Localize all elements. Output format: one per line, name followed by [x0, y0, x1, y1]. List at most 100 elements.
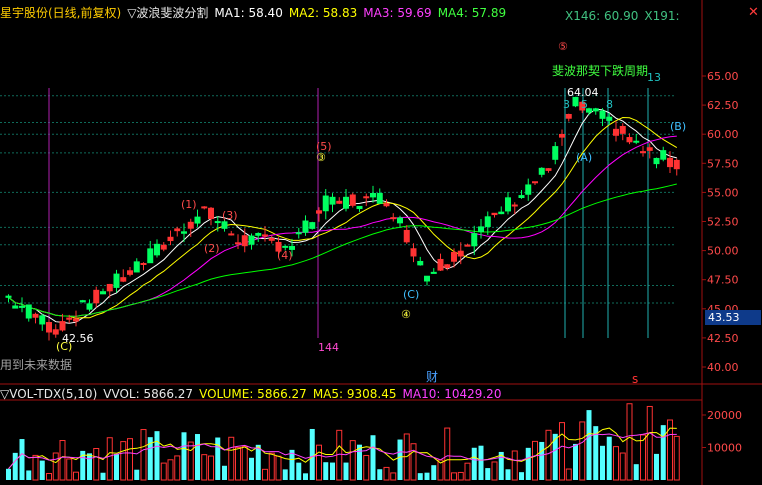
candle-down [505, 197, 511, 212]
candle-down [430, 271, 437, 274]
volume-bar-down [539, 441, 545, 480]
x-readout: X146: 60.90 X191: [565, 9, 686, 23]
volume-bar-up [46, 472, 52, 481]
vol-indicator-name[interactable]: ▽VOL-TDX(5,10) [0, 387, 97, 401]
finance-marker: 财 [426, 370, 438, 384]
chart-canvas: 65.00 62.50 60.00 57.50 55.00 52.50 50.00 47.50… [0, 0, 762, 485]
candle-down [322, 195, 329, 212]
candle-up [403, 229, 410, 243]
volume-bar-down [255, 444, 261, 480]
price-tick-label: 55.00 [707, 186, 739, 199]
candle-up [228, 233, 235, 236]
volume-bar-up [275, 455, 282, 481]
candle-up [640, 151, 646, 154]
volume-bar-up [390, 472, 397, 481]
price-grid [0, 95, 676, 304]
candle-up [201, 206, 208, 209]
volume-bar-up [545, 429, 552, 481]
price-tick-label: 50.00 [707, 245, 739, 258]
candle-up [667, 157, 673, 168]
candle-down [599, 110, 606, 119]
candle-down [113, 273, 120, 288]
volume-bar-up [619, 452, 626, 481]
candle-up [187, 221, 194, 229]
candle-up [457, 250, 464, 257]
candle-down [282, 245, 289, 248]
volume-bar-up [673, 435, 680, 481]
wave-label: (4) [277, 249, 293, 262]
fib-time-lines [48, 88, 649, 338]
candle-up [59, 321, 66, 331]
close-icon[interactable]: ✕ [748, 5, 759, 20]
volume-bar-down [309, 428, 315, 480]
candle-up [120, 277, 127, 282]
volume-bar-down [26, 470, 32, 480]
volume-bar-up [127, 438, 133, 481]
volume-bar-down [660, 425, 666, 480]
candle-up [451, 251, 457, 262]
candle-up [106, 283, 113, 292]
volume-bar-up [268, 452, 275, 481]
candle-up [437, 258, 444, 271]
volume-tick-label: 10000 [707, 442, 742, 455]
candle-up [52, 329, 59, 335]
stock-name[interactable]: 星宇股份(日线,前复权) [0, 6, 121, 20]
ma2-value: MA2: 58.83 [288, 6, 358, 20]
volume-bar-up [511, 450, 518, 481]
price-tick-label: 47.50 [707, 274, 739, 287]
volume-bar-up [201, 454, 208, 481]
fib-count-144: 144 [318, 341, 339, 354]
price-tick-label: 40.00 [707, 361, 739, 374]
ma1-value: MA1: 58.40 [214, 6, 283, 20]
wave-label: (A) [576, 151, 592, 164]
volume-bar-up [187, 441, 194, 481]
volume-bar-up [451, 472, 457, 481]
volume-bar-down [505, 469, 511, 480]
volume-bar-down [87, 453, 92, 480]
volume-bar-up [235, 446, 241, 481]
candle-up [336, 200, 343, 204]
candle-up [559, 133, 565, 138]
candle-up [349, 194, 356, 206]
volume-bar-down [222, 465, 227, 480]
candlesticks[interactable] [5, 96, 680, 341]
candle-down [370, 192, 376, 198]
volume-bar-down [600, 445, 605, 480]
candle-up [511, 204, 518, 207]
volume-bar-up [106, 437, 113, 481]
wave-label: ⑤ [558, 40, 568, 53]
volume-bar-down [471, 447, 477, 480]
candle-down [194, 216, 201, 224]
candle-up [262, 234, 268, 237]
candle-down [295, 232, 302, 235]
candle-down [376, 192, 383, 204]
fib-cycle-note: 斐波那契下跌周期 [552, 63, 648, 78]
candle-down [592, 108, 599, 112]
volume-bar-up [160, 462, 167, 481]
candle-down [39, 315, 46, 325]
candle-down [660, 150, 667, 160]
candle-down [653, 157, 660, 165]
price-tick-label: 62.50 [707, 99, 739, 112]
indicator-name[interactable]: ▽波浪斐波分割 [127, 6, 208, 20]
volume-bar-down [485, 468, 491, 480]
volume-bar-down [633, 464, 639, 480]
candle-up [626, 137, 633, 143]
volume-bar-up [167, 459, 174, 481]
volume-bar-down [114, 453, 119, 480]
price-tick-label: 52.50 [707, 216, 739, 229]
candle-up [140, 262, 147, 265]
volume-bar-down [39, 460, 45, 480]
volume-bar-down [343, 462, 349, 480]
volume-bar-up [491, 461, 498, 481]
candle-up [444, 264, 451, 268]
volume-bar-down [417, 473, 423, 480]
candle-down [133, 261, 140, 273]
candle-down [538, 167, 545, 175]
volume-bar-down [606, 436, 612, 480]
candle-down [100, 291, 106, 295]
fib-count-3: 3 [563, 98, 570, 111]
current-price-tag: 43.53 [705, 310, 761, 325]
candle-up [545, 168, 552, 171]
candle-down [255, 233, 262, 236]
